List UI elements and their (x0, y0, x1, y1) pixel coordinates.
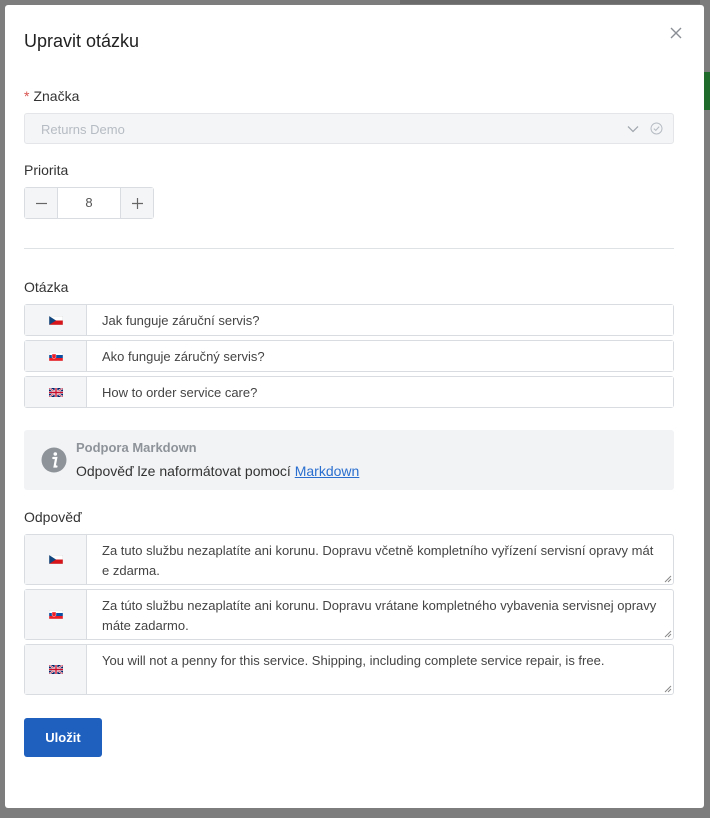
flag-cell (25, 305, 87, 335)
gb-flag-icon (48, 387, 63, 397)
modal-title: Upravit otázku (24, 31, 140, 51)
resize-handle-icon[interactable] (664, 630, 672, 638)
flag-cell (25, 590, 87, 639)
resize-handle-icon[interactable] (664, 685, 672, 693)
sk-flag-icon (48, 351, 63, 361)
chevron-down-icon (627, 126, 639, 133)
brand-label: * Značka (24, 88, 79, 104)
markdown-info-message: Odpověď lze naformátovat pomocí (76, 463, 291, 479)
brand-select[interactable]: Returns Demo (24, 113, 674, 144)
answer-text-cz: Za tuto službu nezaplatíte ani korunu. D… (102, 543, 654, 578)
answer-row-sk: Za túto službu nezaplatíte ani korunu. D… (24, 589, 674, 640)
markdown-info-text: Odpověď lze naformátovat pomocí Markdown (76, 463, 359, 479)
brand-label-text: Značka (33, 88, 80, 104)
save-button[interactable]: Uložit (24, 718, 102, 757)
cz-flag-icon (48, 555, 63, 564)
answer-text-sk: Za túto službu nezaplatíte ani korunu. D… (102, 598, 657, 633)
background-page-strip (400, 0, 700, 4)
question-row-sk (24, 340, 674, 372)
markdown-info-title: Podpora Markdown (76, 440, 197, 455)
cz-flag-icon (48, 315, 63, 325)
info-icon (41, 447, 67, 473)
close-icon (670, 27, 682, 39)
edit-question-modal: Upravit otázku * Značka Returns Demo Prio… (5, 5, 704, 808)
section-divider (24, 248, 674, 249)
question-label: Otázka (24, 279, 69, 295)
answer-textarea-gb[interactable]: You will not a penny for this service. S… (87, 645, 673, 694)
question-row-gb (24, 376, 674, 408)
plus-icon (131, 197, 143, 209)
answer-label: Odpověď (24, 509, 82, 525)
question-input-cz[interactable] (87, 305, 673, 335)
flag-cell (25, 377, 87, 407)
required-mark: * (24, 88, 30, 104)
priority-label: Priorita (24, 162, 69, 178)
gb-flag-icon (48, 665, 63, 674)
increment-button[interactable] (120, 188, 153, 218)
question-input-sk[interactable] (87, 341, 673, 371)
answer-text-gb: You will not a penny for this service. S… (102, 653, 605, 668)
answer-row-cz: Za tuto službu nezaplatíte ani korunu. D… (24, 534, 674, 585)
decrement-button[interactable] (25, 188, 58, 218)
flag-cell (25, 535, 87, 584)
close-button[interactable] (668, 25, 684, 41)
answer-row-gb: You will not a penny for this service. S… (24, 644, 674, 695)
question-row-cz (24, 304, 674, 336)
markdown-info-box: Podpora Markdown Odpověď lze naformátova… (24, 430, 674, 490)
flag-cell (25, 645, 87, 694)
check-circle-icon (650, 122, 663, 135)
brand-select-value: Returns Demo (41, 122, 125, 137)
answer-textarea-cz[interactable]: Za tuto službu nezaplatíte ani korunu. D… (87, 535, 673, 584)
resize-handle-icon[interactable] (664, 575, 672, 583)
priority-stepper: 8 (24, 187, 154, 219)
sk-flag-icon (48, 610, 63, 619)
minus-icon (35, 202, 47, 204)
answer-textarea-sk[interactable]: Za túto službu nezaplatíte ani korunu. D… (87, 590, 673, 639)
markdown-link[interactable]: Markdown (295, 463, 360, 479)
priority-value[interactable]: 8 (58, 188, 120, 218)
question-input-gb[interactable] (87, 377, 673, 407)
flag-cell (25, 341, 87, 371)
